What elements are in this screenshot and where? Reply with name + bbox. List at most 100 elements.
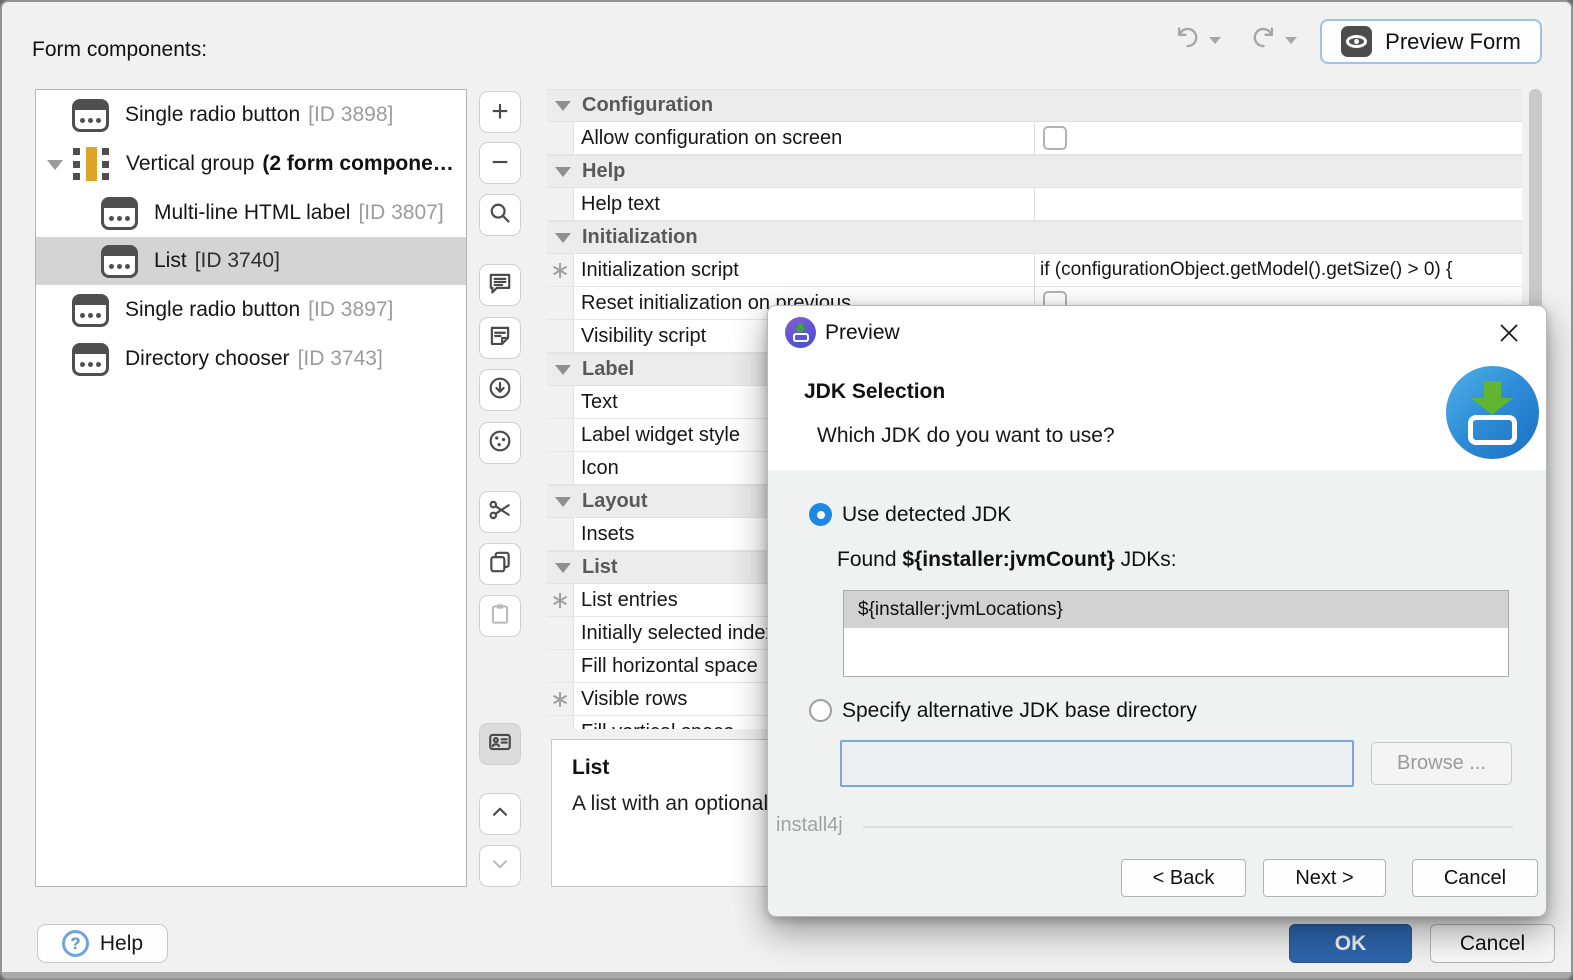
note-icon (487, 323, 513, 354)
move-up-button[interactable] (479, 793, 521, 835)
property-row-allow-configuration-on-screen[interactable]: Allow configuration on screen (547, 122, 1522, 155)
tree-item-label: Multi-line HTML label (154, 201, 351, 224)
tree-item-directory-chooser[interactable]: Directory chooser [ID 3743] (36, 335, 466, 383)
installer-download-icon (1446, 366, 1539, 459)
help-icon: ? (61, 930, 89, 957)
search-button[interactable] (479, 194, 521, 236)
property-gutter: ∗ (547, 584, 574, 616)
preview-dialog-header: Preview JDK Selection Which JDK do you w… (768, 306, 1546, 470)
move-down-icon (487, 851, 513, 882)
remove-button[interactable]: − (479, 142, 521, 184)
tree-item-label: Directory chooser (125, 347, 290, 370)
tree-item-label: Single radio button (125, 103, 301, 126)
undo-icon[interactable] (1174, 24, 1201, 56)
property-gutter (547, 419, 574, 451)
property-name: List entries (581, 589, 678, 611)
property-gutter: ∗ (547, 683, 574, 715)
undo-dropdown-icon[interactable] (1209, 36, 1221, 44)
brand-separator-line (863, 826, 1513, 828)
property-gutter: ∗ (547, 254, 574, 286)
socket-button[interactable] (479, 422, 521, 464)
paste-button[interactable] (479, 595, 521, 637)
property-gutter (547, 716, 574, 729)
tree-item-single-radio-button[interactable]: Single radio button [ID 3898] (36, 91, 466, 139)
asterisk-icon: ∗ (549, 685, 571, 713)
property-gutter (547, 287, 574, 319)
tree-item-single-radio-button[interactable]: Single radio button [ID 3897] (36, 286, 466, 334)
expander-icon[interactable] (47, 160, 63, 170)
preview-eye-icon (1341, 26, 1373, 57)
download-button[interactable] (479, 369, 521, 411)
collapse-triangle-icon[interactable] (555, 232, 571, 243)
contact-card-icon (487, 729, 513, 760)
collapse-triangle-icon[interactable] (555, 496, 571, 507)
comment-button[interactable] (479, 264, 521, 306)
tree-item-list[interactable]: List [ID 3740] (36, 237, 466, 285)
tree-item-multi-line-html-label[interactable]: Multi-line HTML label [ID 3807] (36, 189, 466, 237)
vertical-group-icon (72, 147, 110, 181)
specify-alternative-jdk-radio[interactable] (809, 699, 832, 722)
property-row-help-text[interactable]: Help text (547, 188, 1522, 221)
property-value[interactable]: if (configurationObject.getModel().getSi… (1040, 254, 1452, 286)
install4j-app-icon (785, 317, 816, 348)
tree-item-label: Single radio button (125, 298, 301, 321)
note-button[interactable] (479, 317, 521, 359)
ok-button[interactable]: OK (1289, 924, 1412, 963)
undo-control[interactable] (1174, 24, 1221, 56)
help-button[interactable]: ? Help (37, 924, 168, 963)
property-name: Fill horizontal space (581, 655, 758, 677)
cut-button[interactable] (479, 491, 521, 533)
contact-card-button[interactable] (479, 723, 521, 765)
property-name: Icon (581, 457, 619, 479)
tree-item-id: [ID 3740] (194, 249, 280, 272)
redo-control[interactable] (1250, 24, 1297, 56)
back-button[interactable]: < Back (1121, 859, 1246, 897)
use-detected-jdk-radio[interactable] (809, 503, 832, 526)
copy-button[interactable] (479, 543, 521, 585)
redo-dropdown-icon[interactable] (1285, 36, 1297, 44)
dialog-cancel-button[interactable]: Cancel (1412, 859, 1538, 897)
tree-item-bold-suffix: (2 form compone… (262, 152, 454, 175)
move-down-button[interactable] (479, 845, 521, 887)
property-group-initialization[interactable]: Initialization (547, 221, 1522, 254)
collapse-triangle-icon[interactable] (555, 100, 571, 111)
collapse-triangle-icon[interactable] (555, 166, 571, 177)
tree-item-id: [ID 3897] (308, 298, 394, 321)
preview-form-button[interactable]: Preview Form (1320, 19, 1542, 64)
property-name: Insets (581, 523, 635, 545)
jdk-list-selected-entry[interactable]: ${installer:jvmLocations} (844, 591, 1508, 628)
property-row-initialization-script[interactable]: ∗ Initialization script if (configurationO… (547, 254, 1522, 287)
tree-item-vertical-group[interactable]: Vertical group (2 form compone… (36, 140, 466, 188)
close-icon[interactable] (1494, 318, 1524, 348)
specify-alternative-jdk-label: Specify alternative JDK base directory (842, 699, 1197, 722)
column-divider (1034, 254, 1035, 286)
found-prefix: Found (837, 548, 903, 571)
form-component-icon (72, 342, 109, 376)
property-name: Initialization script (581, 259, 739, 281)
add-button[interactable]: + (479, 91, 521, 133)
copy-icon (487, 549, 513, 580)
collapse-triangle-icon[interactable] (555, 562, 571, 573)
form-component-icon (72, 293, 109, 327)
property-group-help[interactable]: Help (547, 155, 1522, 188)
cut-icon (487, 497, 513, 528)
install4j-form-editor-window: Form components: Preview Form Single rad… (0, 0, 1573, 980)
form-components-label: Form components: (32, 38, 208, 61)
jdk-directory-field[interactable] (840, 740, 1354, 787)
property-gutter (547, 320, 574, 352)
paste-icon (487, 601, 513, 632)
property-checkbox[interactable] (1043, 126, 1067, 150)
redo-icon[interactable] (1250, 24, 1277, 56)
property-gutter (547, 122, 574, 154)
property-gutter (547, 650, 574, 682)
tree-item-id: [ID 3898] (308, 103, 394, 126)
tree-item-id: [ID 3807] (358, 201, 444, 224)
browse-button[interactable]: Browse ... (1371, 742, 1512, 785)
jdk-list[interactable]: ${installer:jvmLocations} (843, 590, 1509, 677)
property-name: Label widget style (581, 424, 740, 446)
cancel-button[interactable]: Cancel (1430, 924, 1555, 963)
next-button[interactable]: Next > (1263, 859, 1386, 897)
property-gutter (547, 188, 574, 220)
property-group-configuration[interactable]: Configuration (547, 89, 1522, 122)
collapse-triangle-icon[interactable] (555, 364, 571, 375)
